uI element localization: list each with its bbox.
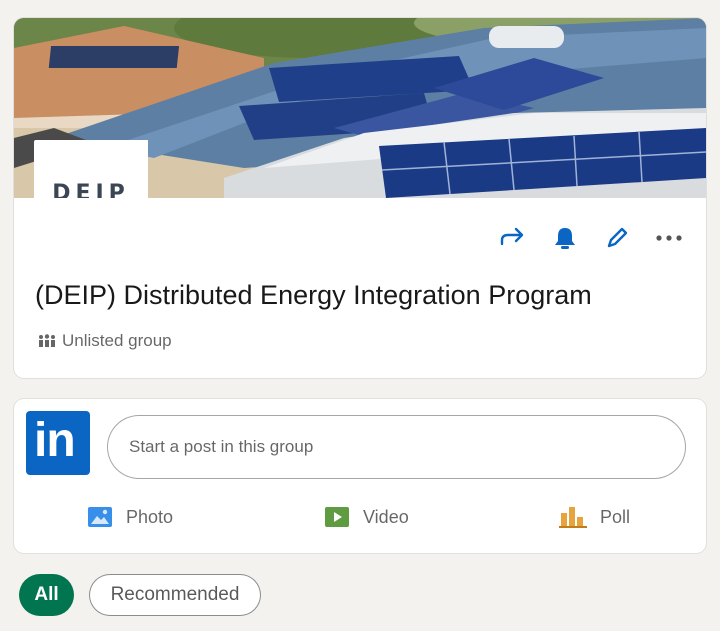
group-title: (DEIP) Distributed Energy Integration Pr…	[35, 280, 592, 310]
post-composer-card: in Start a post in this group Photo Vide…	[14, 399, 706, 553]
filter-all-pill[interactable]: All	[19, 574, 74, 616]
photo-icon	[88, 507, 112, 527]
linkedin-logo-text: in	[34, 414, 76, 467]
composer-actions: Photo Video Poll	[14, 497, 706, 537]
video-label: Video	[363, 506, 409, 527]
filter-recommended-pill[interactable]: Recommended	[89, 574, 261, 616]
notifications-button[interactable]	[550, 223, 580, 253]
edit-button[interactable]	[602, 223, 632, 253]
poll-icon	[559, 507, 587, 528]
start-post-input[interactable]: Start a post in this group	[107, 415, 686, 479]
video-button[interactable]: Video	[324, 497, 409, 537]
group-visibility: Unlisted group	[38, 331, 172, 351]
group-logo: DEIP	[34, 140, 148, 198]
poll-button[interactable]: Poll	[559, 497, 630, 537]
group-card: DEIP (DEIP) Distributed Energy Integrati…	[14, 18, 706, 378]
people-icon	[39, 334, 55, 347]
linkedin-logo-icon: in	[26, 411, 90, 475]
group-logo-text: DEIP	[52, 181, 130, 198]
group-actions	[498, 223, 684, 253]
pencil-icon	[607, 227, 628, 248]
bell-icon	[555, 228, 575, 249]
share-icon	[500, 227, 524, 246]
photo-label: Photo	[126, 506, 174, 527]
more-icon	[656, 235, 682, 241]
photo-button[interactable]: Photo	[87, 497, 173, 537]
poll-label: Poll	[600, 506, 631, 527]
more-button[interactable]	[654, 223, 684, 253]
group-banner-image: DEIP	[14, 18, 706, 198]
video-icon	[325, 507, 349, 527]
share-button[interactable]	[498, 223, 528, 253]
start-post-placeholder: Start a post in this group	[129, 437, 314, 456]
group-type-label: Unlisted group	[62, 331, 172, 350]
